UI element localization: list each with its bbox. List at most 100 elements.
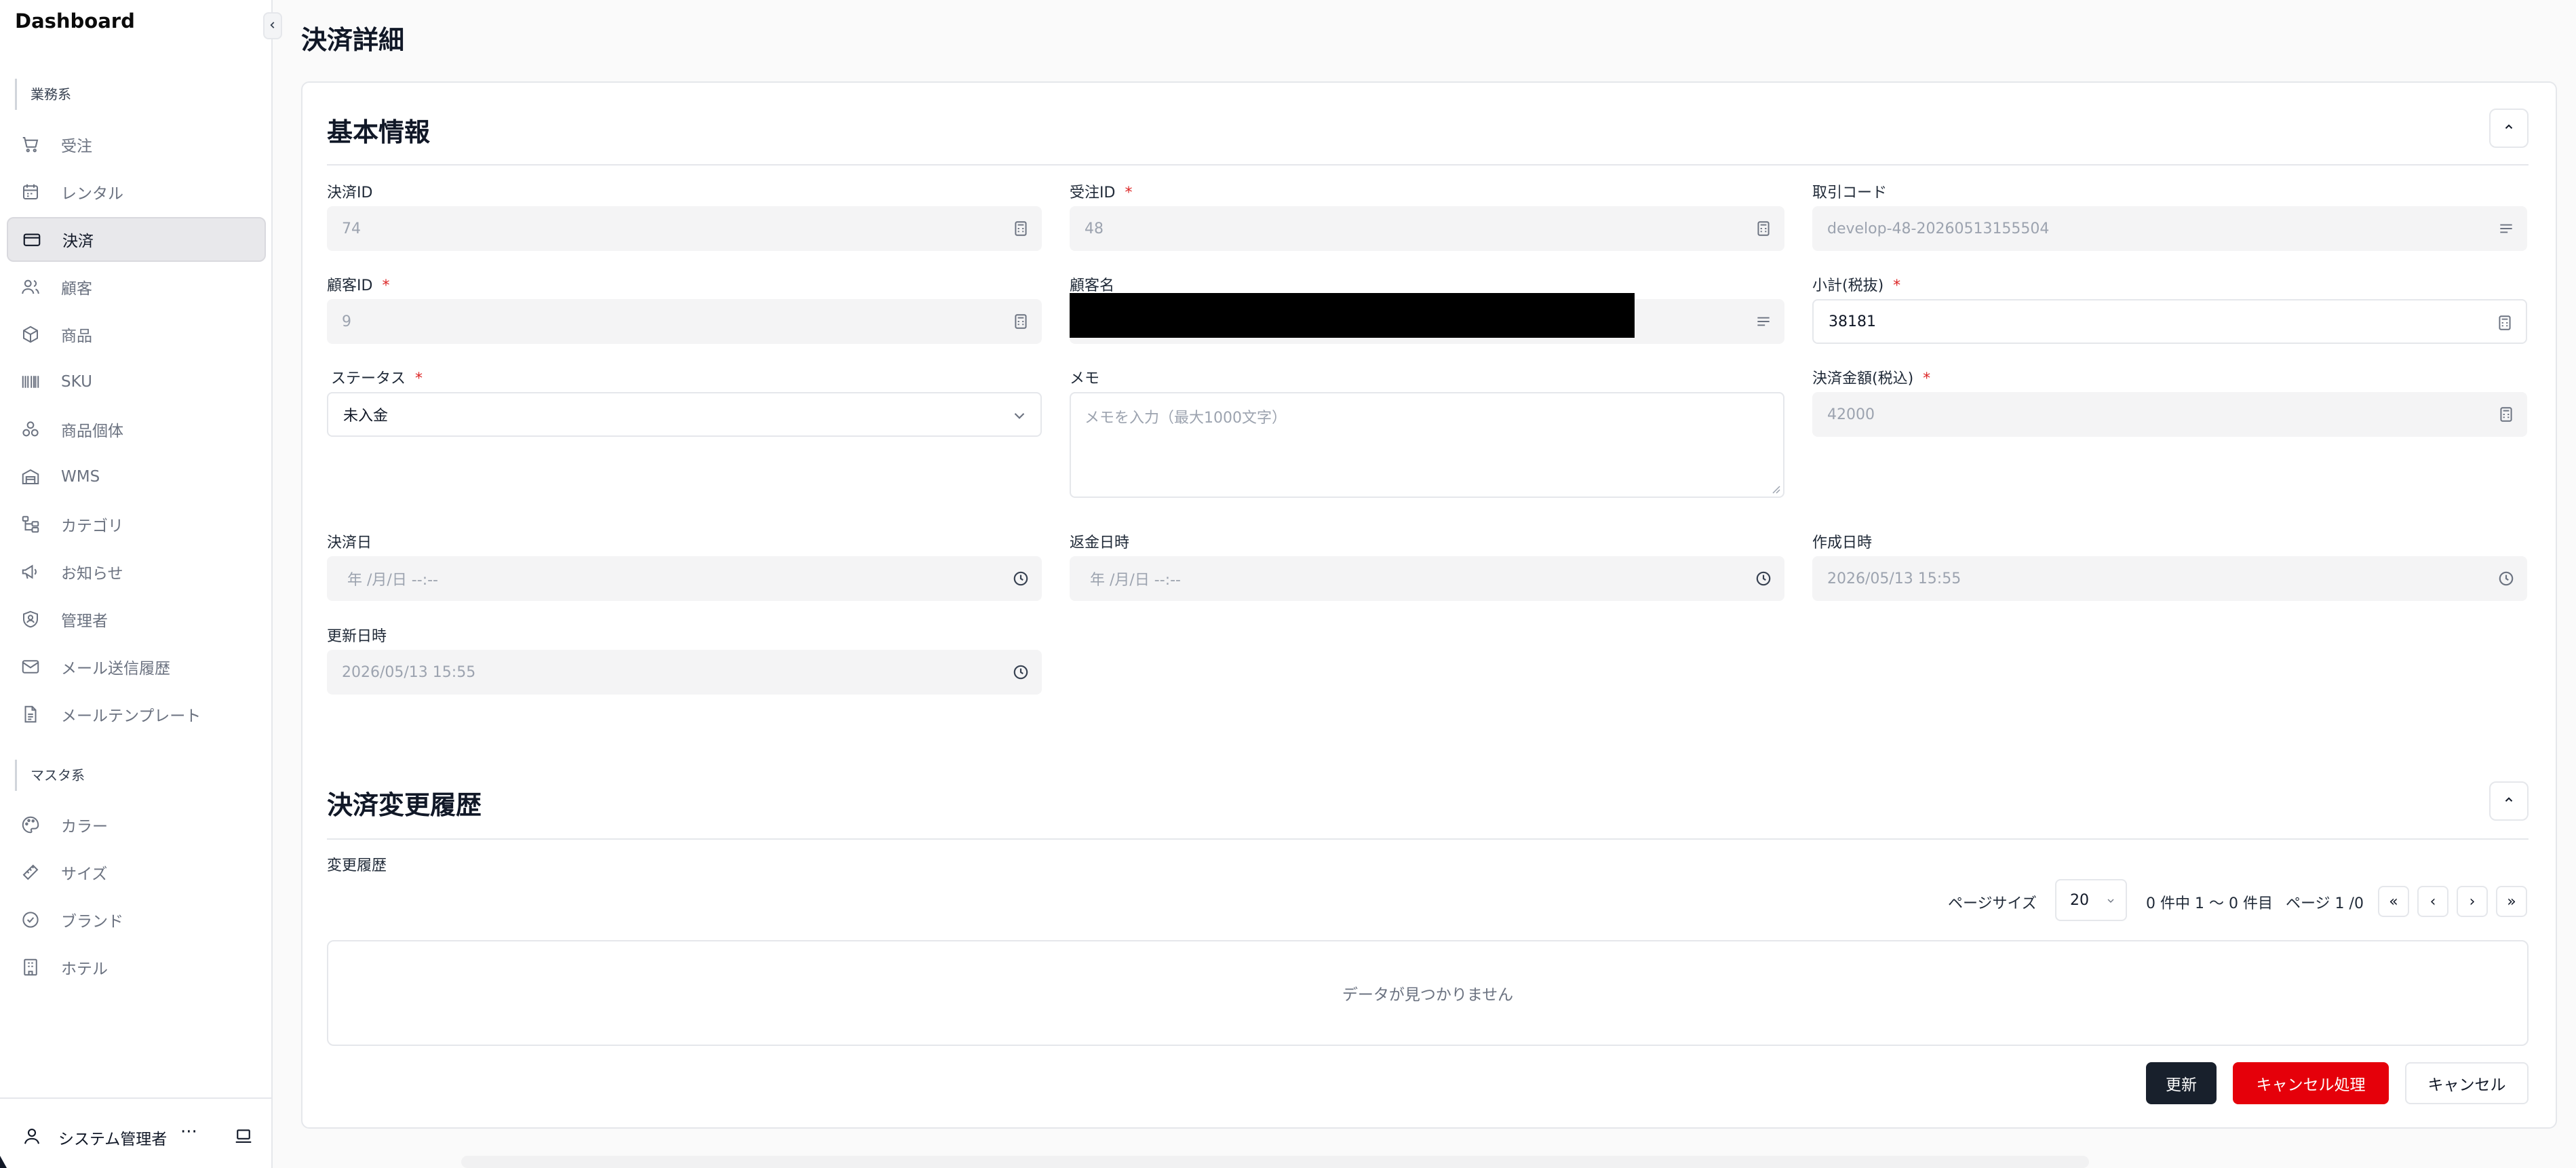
resize-grip-icon[interactable]: [1771, 484, 1780, 494]
sidebar-item-label: 商品個体: [61, 423, 123, 440]
sidebar-item-mail-templates[interactable]: メールテンプレート: [7, 692, 266, 737]
calculator-icon: [1757, 221, 1770, 236]
last-page-button[interactable]: »: [2496, 886, 2527, 917]
field-label-customer-name: 顧客名: [1070, 277, 1115, 294]
sidebar-item-rentals[interactable]: レンタル: [7, 170, 266, 214]
first-page-button[interactable]: «: [2378, 886, 2409, 917]
refund-date-field[interactable]: 年 /月/日 --:--: [1070, 556, 1784, 601]
cart-icon: [19, 133, 42, 156]
sidebar-item-colors[interactable]: カラー: [7, 802, 266, 847]
sidebar-item-sku[interactable]: SKU: [7, 359, 266, 404]
sidebar-item-wms[interactable]: WMS: [7, 454, 266, 499]
palette-icon: [19, 813, 42, 836]
memo-textarea[interactable]: メモを入力（最大1000文字）: [1070, 392, 1784, 498]
payment-id-value: 74: [342, 220, 361, 237]
clock-icon[interactable]: [1012, 570, 1030, 587]
sidebar-item-announcements[interactable]: お知らせ: [7, 549, 266, 594]
boxes-icon: [19, 418, 42, 441]
sidebar-item-hotels[interactable]: ホテル: [7, 945, 266, 990]
sidebar-item-products[interactable]: 商品: [7, 312, 266, 357]
refund-date-value: 年 /月/日 --:--: [1090, 572, 1181, 589]
subtotal-input[interactable]: 38181: [1812, 299, 2527, 344]
field-label-customer-id: 顧客ID *: [327, 277, 390, 294]
clock-icon[interactable]: [2497, 570, 2515, 587]
clock-icon[interactable]: [1755, 570, 1772, 587]
package-icon: [19, 323, 42, 346]
megaphone-icon: [19, 560, 42, 583]
subtotal-value: 38181: [1829, 313, 1876, 330]
amount-field[interactable]: 42000: [1812, 392, 2527, 437]
page-title: 決済詳細: [301, 25, 405, 55]
order-id-field[interactable]: 48: [1070, 206, 1784, 251]
customer-id-field[interactable]: 9: [327, 299, 1042, 344]
scroll-shadow: [461, 1156, 2089, 1168]
sidebar-item-label: 顧客: [61, 280, 92, 298]
update-button[interactable]: 更新: [2146, 1062, 2217, 1104]
history-label: 変更履歴: [327, 857, 387, 874]
calendar-icon: [19, 180, 42, 203]
empty-message: データが見つかりません: [1342, 986, 1514, 1004]
page-size-select[interactable]: 20: [2055, 879, 2127, 921]
sidebar-collapse-button[interactable]: [263, 12, 282, 39]
sidebar: Dashboard 業務系 受注 レンタル 決済 顧客 商品 SKU 商品個体 …: [0, 0, 273, 1168]
warehouse-icon: [19, 465, 42, 488]
cancel-button[interactable]: キャンセル: [2405, 1062, 2529, 1104]
field-label-payment-id: 決済ID: [327, 184, 373, 201]
transaction-code-field[interactable]: develop-48-20260513155504: [1812, 206, 2527, 251]
sidebar-item-label: カラー: [61, 818, 108, 836]
prev-page-button[interactable]: ‹: [2417, 886, 2448, 917]
created-at-field[interactable]: 2026/05/13 15:55: [1812, 556, 2527, 601]
credit-card-icon: [20, 228, 43, 251]
sidebar-item-label: サイズ: [61, 865, 108, 883]
payment-date-value: 年 /月/日 --:--: [347, 572, 438, 589]
status-select[interactable]: 未入金: [327, 392, 1042, 437]
updated-at-field[interactable]: 2026/05/13 15:55: [327, 650, 1042, 695]
sidebar-item-sizes[interactable]: サイズ: [7, 850, 266, 895]
collapse-history-button[interactable]: [2489, 781, 2529, 821]
sidebar-item-payments[interactable]: 決済: [7, 217, 266, 262]
sidebar-item-mail-history[interactable]: メール送信履歴: [7, 644, 266, 689]
field-label-refund-date: 返金日時: [1070, 534, 1130, 551]
order-id-value: 48: [1085, 220, 1104, 237]
calculator-icon: [1015, 314, 1027, 329]
field-label-order-id: 受注ID *: [1070, 184, 1133, 201]
section-title-basic-info: 基本情報: [327, 117, 431, 147]
status-value: 未入金: [343, 408, 389, 425]
chevron-left-icon: [268, 20, 277, 33]
payment-date-field[interactable]: 年 /月/日 --:--: [327, 556, 1042, 601]
cancel-process-button[interactable]: キャンセル処理: [2233, 1062, 2389, 1104]
laptop-icon[interactable]: [233, 1126, 254, 1149]
barcode-icon: [19, 370, 42, 393]
chevron-up-icon: [2503, 121, 2515, 136]
sidebar-item-orders[interactable]: 受注: [7, 122, 266, 167]
category-tree-icon: [19, 513, 42, 536]
more-menu-button[interactable]: ···: [180, 1122, 197, 1142]
sidebar-item-label: メール送信履歴: [61, 660, 170, 678]
sidebar-item-label: WMS: [61, 468, 100, 486]
field-label-updated-at: 更新日時: [327, 628, 387, 645]
payment-id-field[interactable]: 74: [327, 206, 1042, 251]
required-mark: *: [415, 370, 423, 387]
amount-value: 42000: [1827, 406, 1875, 423]
next-page-button[interactable]: ›: [2457, 886, 2488, 917]
user-name[interactable]: システム管理者: [58, 1126, 167, 1149]
collapse-basic-info-button[interactable]: [2489, 109, 2529, 148]
history-table-empty: データが見つかりません: [327, 940, 2529, 1046]
brand-title: Dashboard: [15, 9, 135, 33]
page-size-value: 20: [2070, 891, 2089, 909]
clock-icon[interactable]: [1012, 663, 1030, 681]
sidebar-item-customers[interactable]: 顧客: [7, 265, 266, 309]
transaction-code-value: develop-48-20260513155504: [1827, 220, 2050, 237]
sidebar-item-brands[interactable]: ブランド: [7, 897, 266, 942]
sidebar-item-label: お知らせ: [61, 565, 123, 583]
sidebar-item-label: SKU: [61, 373, 92, 391]
redacted-customer-name: [1070, 293, 1635, 338]
page-size-label: ページサイズ: [1948, 895, 2037, 912]
ruler-icon: [19, 861, 42, 884]
sidebar-item-admins[interactable]: 管理者: [7, 597, 266, 642]
customer-id-value: 9: [342, 313, 351, 330]
sidebar-item-product-units[interactable]: 商品個体: [7, 407, 266, 452]
field-label-created-at: 作成日時: [1812, 534, 1873, 551]
corner-handle-icon: [0, 1156, 7, 1168]
sidebar-item-categories[interactable]: カテゴリ: [7, 502, 266, 547]
